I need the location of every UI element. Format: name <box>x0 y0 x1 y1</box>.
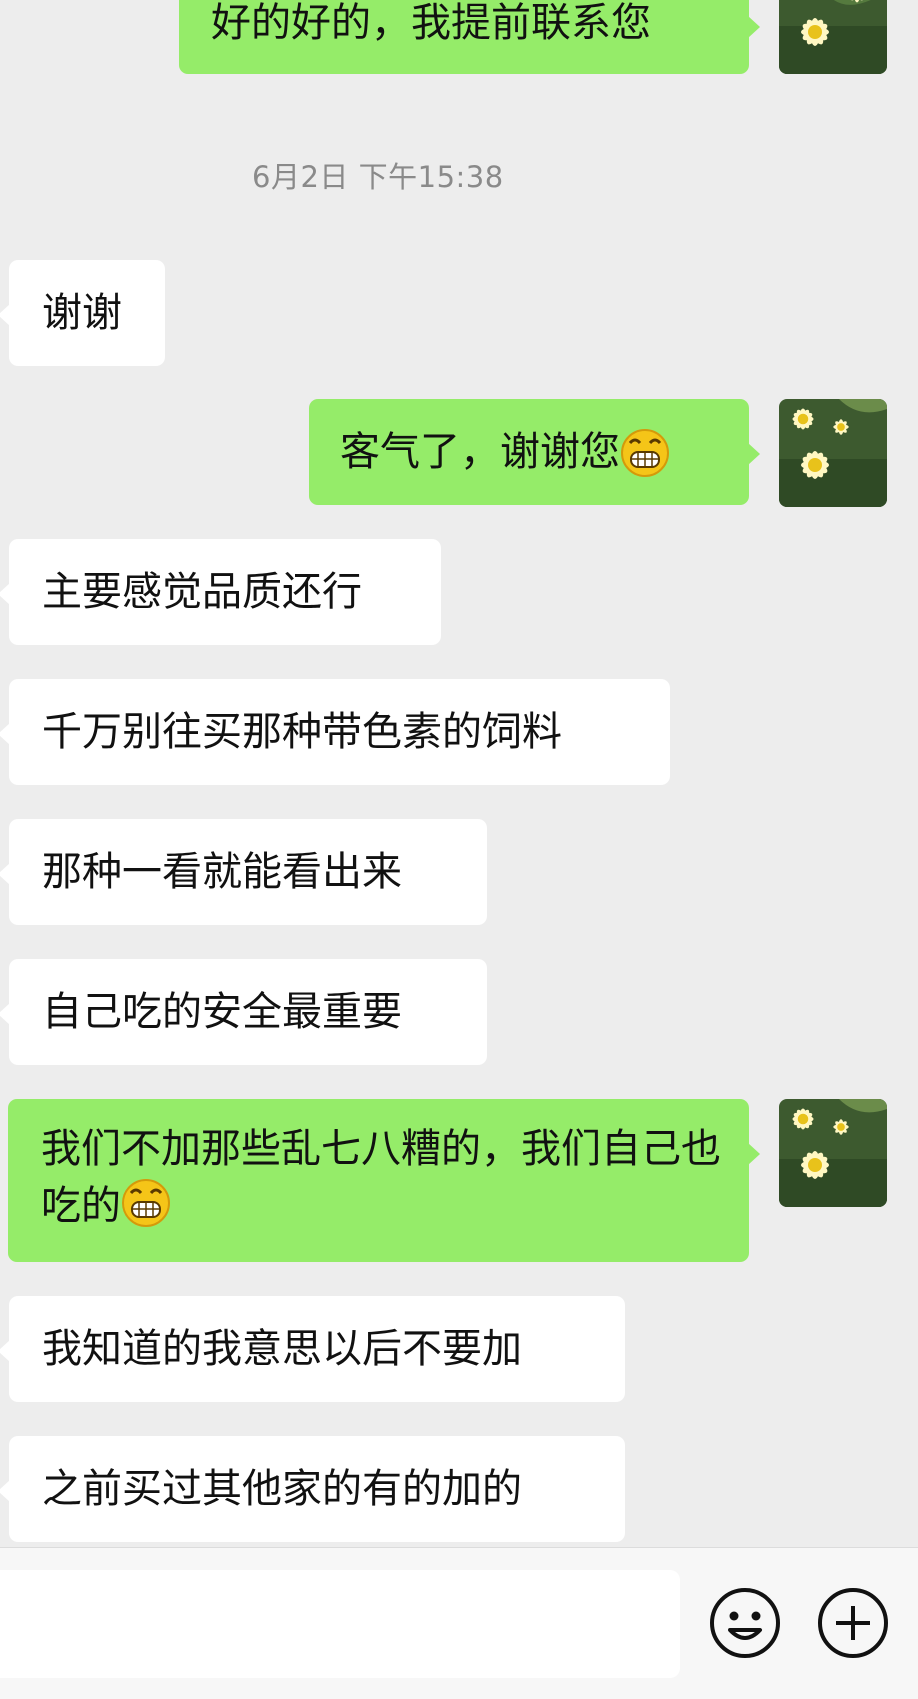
message-bubble-other[interactable]: 自己吃的安全最重要 <box>0 959 487 1065</box>
emoji-button[interactable] <box>708 1586 782 1660</box>
message-content: 我们不加那些乱七八糟的，我们自己也吃的 <box>41 1121 721 1234</box>
self-avatar[interactable] <box>779 0 887 74</box>
timestamp: 6月2日 下午15:38 <box>252 160 504 194</box>
daisy-flower-avatar-icon <box>779 399 887 507</box>
message-bubble-self[interactable]: 我们不加那些乱七八糟的，我们自己也吃的 <box>8 1099 760 1262</box>
input-bar <box>0 1547 918 1699</box>
grin-emoji-icon <box>122 1179 170 1227</box>
message-bubble-other[interactable]: 之前买过其他家的有的加的 <box>0 1436 625 1542</box>
smiley-face-icon <box>710 1588 780 1658</box>
self-avatar[interactable] <box>779 399 887 507</box>
message-bubble-other[interactable]: 主要感觉品质还行 <box>0 539 441 645</box>
daisy-flower-avatar-icon <box>779 1099 887 1207</box>
plus-circle-icon <box>818 1588 888 1658</box>
self-avatar[interactable] <box>779 1099 887 1207</box>
grin-emoji-icon <box>621 429 669 477</box>
message-text: 自己吃的安全最重要 <box>42 989 402 1035</box>
message-bubble-other[interactable]: 那种一看就能看出来 <box>0 819 487 925</box>
message-text: 我知道的我意思以后不要加 <box>42 1326 522 1372</box>
message-text: 那种一看就能看出来 <box>42 849 402 895</box>
message-text: 好的好的，我提前联系您 <box>211 0 651 46</box>
message-text: 谢谢 <box>42 290 122 336</box>
plus-button[interactable] <box>816 1586 890 1660</box>
daisy-flower-avatar-icon <box>779 0 887 74</box>
message-bubble-other[interactable]: 谢谢 <box>0 260 165 366</box>
message-bubble-other[interactable]: 千万别往买那种带色素的饲料 <box>0 679 670 785</box>
message-text: 之前买过其他家的有的加的 <box>42 1466 522 1512</box>
message-bubble-self[interactable]: 客气了，谢谢您 <box>309 399 760 505</box>
chat-screen: 好的好的，我提前联系您 6月2日 下午15:38 谢谢 客气了，谢谢您 主要感觉… <box>0 0 918 1699</box>
message-bubble-self[interactable]: 好的好的，我提前联系您 <box>179 0 760 74</box>
message-bubble-other[interactable]: 我知道的我意思以后不要加 <box>0 1296 625 1402</box>
message-text: 主要感觉品质还行 <box>42 569 362 615</box>
message-text: 客气了，谢谢您 <box>340 429 620 475</box>
message-text: 千万别往买那种带色素的饲料 <box>42 709 562 755</box>
message-input[interactable] <box>0 1570 680 1678</box>
